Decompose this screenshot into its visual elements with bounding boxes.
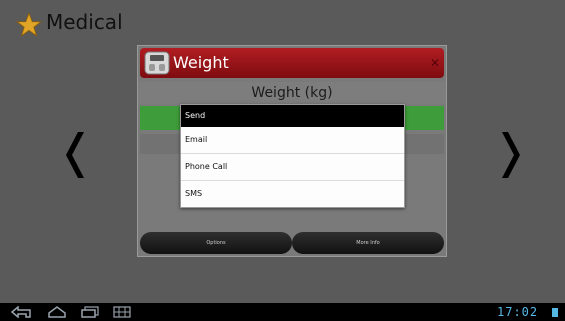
send-option-email[interactable]: Email xyxy=(181,127,404,154)
panel-title: Weight xyxy=(173,53,229,72)
previous-arrow-button[interactable] xyxy=(56,120,96,190)
system-bar: 17:02 xyxy=(0,303,565,321)
chevron-left-icon xyxy=(66,132,84,178)
more-info-button[interactable]: More Info xyxy=(292,232,444,254)
send-option-sms[interactable]: SMS xyxy=(181,181,404,207)
app-screen: Medical Weight ✕ Weight (kg) Options Mor… xyxy=(0,0,565,303)
recent-apps-icon[interactable] xyxy=(81,306,101,318)
star-icon xyxy=(16,12,42,37)
chevron-right-icon xyxy=(502,132,520,178)
next-arrow-button[interactable] xyxy=(490,120,530,190)
panel-subtitle: Weight (kg) xyxy=(138,82,446,104)
home-icon[interactable] xyxy=(47,306,67,318)
send-dialog: Send Email Phone Call SMS xyxy=(180,104,405,208)
options-button[interactable]: Options xyxy=(140,232,292,254)
app-title: Medical xyxy=(46,10,123,34)
menu-icon[interactable] xyxy=(113,306,131,318)
back-icon[interactable] xyxy=(10,306,34,318)
panel-titlebar: Weight ✕ xyxy=(140,48,444,78)
scale-icon xyxy=(144,51,170,75)
status-time: 17:02 xyxy=(497,305,539,319)
send-dialog-title: Send xyxy=(181,105,404,127)
battery-icon xyxy=(552,308,558,317)
app-header: Medical xyxy=(0,0,565,48)
send-option-phone-call[interactable]: Phone Call xyxy=(181,154,404,181)
close-icon[interactable]: ✕ xyxy=(430,56,440,70)
